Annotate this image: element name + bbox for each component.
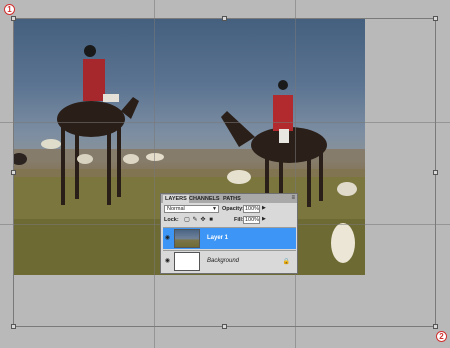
chevron-down-icon: ▼: [212, 206, 217, 212]
crop-handle-bottom-left[interactable]: [11, 324, 16, 329]
lock-brush-icon[interactable]: ✎: [192, 217, 198, 223]
fill-field[interactable]: 100%: [243, 216, 260, 224]
layer-row-layer-1[interactable]: ◉ Layer 1: [163, 227, 296, 249]
layer-name: Background: [207, 258, 240, 264]
panel-menu-icon[interactable]: ≡: [291, 195, 295, 202]
lock-icon: 🔒: [282, 259, 290, 265]
crop-handle-top-right[interactable]: [433, 16, 438, 21]
crop-handle-bottom-center[interactable]: [222, 324, 227, 329]
lock-all-icon[interactable]: ■: [208, 217, 214, 223]
opacity-field[interactable]: 100%: [243, 205, 260, 213]
canvas-workspace[interactable]: 1 2 LAYERS CHANNELS PATHS ≡ Normal ▼ Opa…: [0, 0, 450, 348]
crop-handle-top-left[interactable]: [11, 16, 16, 21]
tab-paths[interactable]: PATHS: [221, 195, 243, 203]
layer-thumbnail: [174, 252, 200, 271]
layer-name: Layer 1: [207, 235, 229, 241]
panel-tab-bar: LAYERS CHANNELS PATHS ≡: [161, 194, 297, 203]
crop-handle-middle-left[interactable]: [11, 170, 16, 175]
step-marker-2: 2: [436, 331, 447, 342]
opacity-label: Opacity:: [222, 206, 245, 212]
crop-handle-middle-right[interactable]: [433, 170, 438, 175]
fill-slider-arrow-icon[interactable]: ▶: [262, 216, 266, 222]
layers-panel: LAYERS CHANNELS PATHS ≡ Normal ▼ Opacity…: [160, 193, 298, 274]
lock-fill-row: Lock: ▢ ✎ ✥ ■ Fill: 100% ▶: [164, 216, 296, 225]
crop-handle-bottom-right[interactable]: [433, 324, 438, 329]
tab-layers[interactable]: LAYERS: [163, 195, 189, 203]
blend-mode-value: Normal: [167, 206, 185, 212]
crop-frame[interactable]: [13, 18, 436, 327]
lock-label: Lock:: [164, 217, 179, 223]
blend-opacity-row: Normal ▼ Opacity: 100% ▶: [164, 205, 296, 214]
lock-transparent-icon[interactable]: ▢: [184, 217, 190, 223]
layer-thumbnail: [174, 229, 200, 248]
layer-row-background[interactable]: ◉ Background 🔒: [163, 250, 296, 272]
crop-handle-top-center[interactable]: [222, 16, 227, 21]
eye-icon[interactable]: ◉: [164, 235, 171, 242]
step-marker-1: 1: [4, 4, 15, 15]
tab-channels[interactable]: CHANNELS: [187, 195, 222, 203]
eye-icon[interactable]: ◉: [164, 258, 171, 265]
blend-mode-select[interactable]: Normal ▼: [164, 205, 219, 213]
lock-move-icon[interactable]: ✥: [200, 217, 206, 223]
opacity-slider-arrow-icon[interactable]: ▶: [262, 205, 266, 211]
